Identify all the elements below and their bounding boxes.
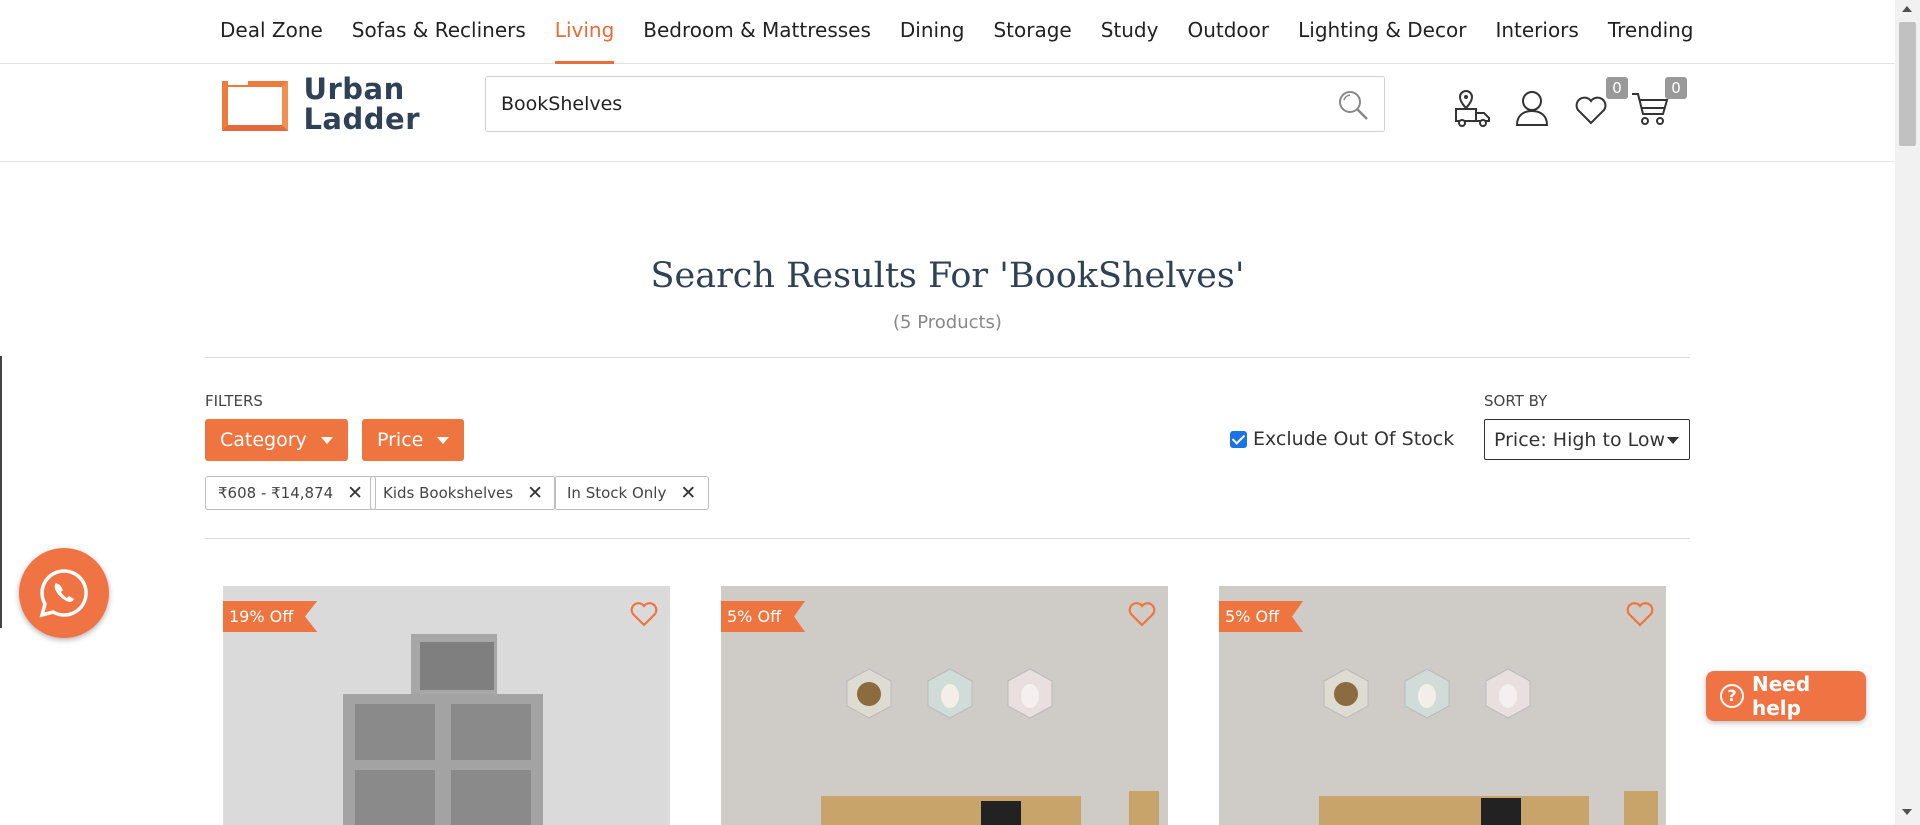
divider xyxy=(205,357,1690,358)
search-icon[interactable] xyxy=(1336,88,1370,122)
product-card[interactable]: 5% Off xyxy=(1219,586,1666,825)
header-icons: 0 0 xyxy=(1452,77,1688,138)
site-header: Urban Ladder BookShelves 0 0 xyxy=(0,64,1895,162)
close-icon[interactable]: ✕ xyxy=(680,482,696,504)
nav-item-lighting-decor[interactable]: Lighting & Decor xyxy=(1298,0,1466,64)
search-input[interactable] xyxy=(501,93,1301,115)
filters-label: FILTERS xyxy=(205,392,263,410)
nav-item-dining[interactable]: Dining xyxy=(900,0,965,64)
left-edge-tab xyxy=(0,356,2,628)
close-icon[interactable]: ✕ xyxy=(347,482,363,504)
nav-item-bedroom-mattresses[interactable]: Bedroom & Mattresses xyxy=(643,0,871,64)
category-filter-label: Category xyxy=(220,429,307,451)
page: Deal Zone Sofas & Recliners Living Bedro… xyxy=(0,0,1920,825)
logo-line-1: Urban xyxy=(303,72,405,106)
chevron-down-icon xyxy=(1667,437,1679,444)
filter-chip-price-range[interactable]: ₹608 - ₹14,874 ✕ xyxy=(205,476,377,510)
sort-selected-value: Price: High to Low xyxy=(1494,428,1666,451)
wishlist-button[interactable]: 0 xyxy=(1570,77,1628,129)
cart-button[interactable]: 0 xyxy=(1629,77,1687,129)
delivery-location-icon[interactable] xyxy=(1452,87,1494,129)
page-title: Search Results For 'BookShelves' xyxy=(650,256,1245,296)
price-filter-label: Price xyxy=(377,429,424,451)
nav-item-living[interactable]: Living xyxy=(554,0,615,64)
wishlist-heart-icon[interactable] xyxy=(628,598,660,628)
divider xyxy=(205,538,1690,539)
search-box xyxy=(485,76,1385,132)
need-help-button[interactable]: ? Need help xyxy=(1706,671,1866,721)
nav-items: Deal Zone Sofas & Recliners Living Bedro… xyxy=(220,0,1723,64)
discount-badge: 5% Off xyxy=(1219,601,1304,632)
nav-item-sofas-recliners[interactable]: Sofas & Recliners xyxy=(352,0,526,64)
user-icon[interactable] xyxy=(1511,87,1553,129)
logo[interactable]: Urban Ladder xyxy=(220,74,420,134)
sort-label: SORT BY xyxy=(1484,392,1548,410)
discount-badge: 5% Off xyxy=(721,601,806,632)
nav-item-deal-zone[interactable]: Deal Zone xyxy=(220,0,323,64)
chip-label: In Stock Only xyxy=(567,484,667,502)
product-card[interactable]: 5% Off xyxy=(721,586,1168,825)
discount-badge: 19% Off xyxy=(223,601,318,632)
whatsapp-icon xyxy=(39,569,88,618)
logo-line-2: Ladder xyxy=(303,102,420,136)
exclude-out-of-stock[interactable]: Exclude Out Of Stock xyxy=(1230,428,1454,450)
top-navigation: Deal Zone Sofas & Recliners Living Bedro… xyxy=(0,0,1895,64)
chevron-down-icon xyxy=(437,436,450,444)
nav-item-study[interactable]: Study xyxy=(1101,0,1159,64)
results-count: (5 Products) xyxy=(893,312,1002,333)
category-filter-button[interactable]: Category xyxy=(205,419,348,461)
need-help-label: Need help xyxy=(1751,672,1811,720)
filter-chip-in-stock[interactable]: In Stock Only ✕ xyxy=(554,476,710,510)
chip-label: Kids Bookshelves xyxy=(383,484,514,502)
nav-item-outdoor[interactable]: Outdoor xyxy=(1187,0,1269,64)
nav-item-trending[interactable]: Trending xyxy=(1608,0,1694,64)
chip-label: ₹608 - ₹14,874 xyxy=(218,484,334,502)
sort-select[interactable]: Price: High to Low xyxy=(1484,419,1690,460)
vertical-scrollbar[interactable] xyxy=(1895,0,1920,825)
question-icon: ? xyxy=(1720,684,1744,708)
chevron-down-icon xyxy=(320,436,333,444)
wishlist-count-badge: 0 xyxy=(1606,77,1628,99)
scrollbar-thumb[interactable] xyxy=(1899,22,1916,146)
close-icon[interactable]: ✕ xyxy=(527,482,543,504)
nav-item-storage[interactable]: Storage xyxy=(993,0,1071,64)
filter-chip-kids-bookshelves[interactable]: Kids Bookshelves ✕ xyxy=(370,476,556,510)
cart-count-badge: 0 xyxy=(1665,77,1687,99)
exclude-out-of-stock-label: Exclude Out Of Stock xyxy=(1253,428,1455,450)
price-filter-button[interactable]: Price xyxy=(362,419,465,461)
nav-item-interiors[interactable]: Interiors xyxy=(1495,0,1578,64)
logo-text: Urban Ladder xyxy=(303,74,420,134)
wishlist-heart-icon[interactable] xyxy=(1624,598,1656,628)
logo-mark-icon xyxy=(220,77,288,131)
wishlist-heart-icon[interactable] xyxy=(1126,598,1158,628)
scroll-down-arrow-icon[interactable] xyxy=(1902,809,1912,815)
scroll-up-arrow-icon[interactable] xyxy=(1902,6,1912,12)
product-card[interactable]: 19% Off xyxy=(223,586,670,825)
exclude-out-of-stock-checkbox[interactable] xyxy=(1230,430,1247,448)
whatsapp-button[interactable] xyxy=(19,548,109,638)
